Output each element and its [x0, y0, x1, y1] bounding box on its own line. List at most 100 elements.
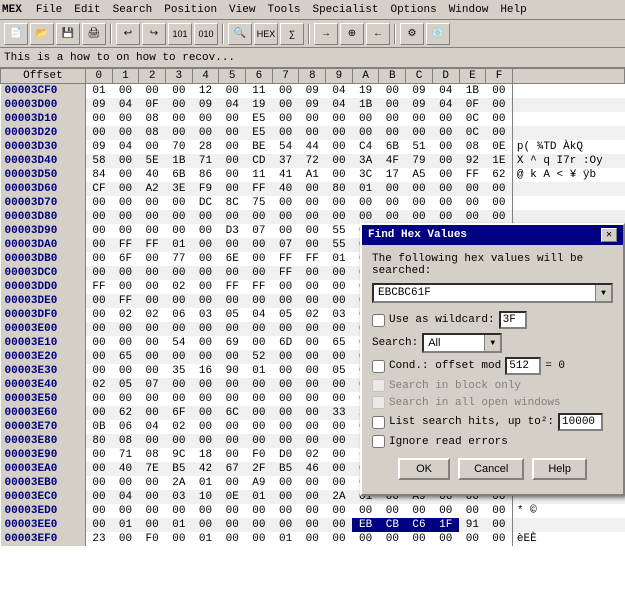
cell-hex[interactable]: 00: [299, 280, 326, 294]
cell-hex[interactable]: 00: [272, 420, 299, 434]
cell-hex[interactable]: 01: [192, 532, 219, 546]
cell-offset[interactable]: 00003DA0: [1, 238, 86, 252]
cell-hex[interactable]: 00: [352, 504, 379, 518]
cell-hex[interactable]: 00: [379, 112, 406, 126]
cell-hex[interactable]: 00: [112, 532, 139, 546]
cell-hex[interactable]: 00: [165, 434, 192, 448]
cell-hex[interactable]: 62: [112, 406, 139, 420]
wildcard-value-input[interactable]: [499, 311, 527, 329]
cell-hex[interactable]: 00: [379, 126, 406, 140]
menu-search[interactable]: Search: [107, 3, 159, 17]
cell-hex[interactable]: 00: [272, 294, 299, 308]
cell-hex[interactable]: 00: [85, 210, 112, 224]
cell-hex[interactable]: 00: [299, 196, 326, 210]
cell-hex[interactable]: 00: [219, 168, 246, 182]
block-checkbox[interactable]: [372, 379, 385, 392]
cell-hex[interactable]: 00: [246, 518, 273, 532]
cell-hex[interactable]: 00: [459, 210, 486, 224]
cell-hex[interactable]: 00: [352, 196, 379, 210]
cell-hex[interactable]: 00: [139, 252, 166, 266]
cell-hex[interactable]: 00: [219, 182, 246, 196]
cell-hex[interactable]: 04: [326, 98, 353, 112]
cell-hex[interactable]: 00: [139, 196, 166, 210]
cell-hex[interactable]: 1F: [432, 518, 459, 532]
cell-hex[interactable]: 00: [139, 364, 166, 378]
cell-hex[interactable]: C4: [352, 140, 379, 154]
cell-offset[interactable]: 00003E60: [1, 406, 86, 420]
cell-hex[interactable]: 00: [326, 112, 353, 126]
search-value-dropdown-arrow[interactable]: ▼: [595, 285, 611, 301]
cell-hex[interactable]: 71: [192, 154, 219, 168]
cell-hex[interactable]: 00: [432, 168, 459, 182]
cell-hex[interactable]: 02: [85, 378, 112, 392]
dialog-close-button[interactable]: ✕: [601, 228, 617, 242]
cell-hex[interactable]: 00: [112, 322, 139, 336]
cell-hex[interactable]: 00: [219, 126, 246, 140]
cell-hex[interactable]: 6E: [219, 252, 246, 266]
cell-hex[interactable]: 00: [406, 182, 433, 196]
cell-hex[interactable]: 08: [112, 434, 139, 448]
cell-hex[interactable]: 00: [219, 140, 246, 154]
cell-offset[interactable]: 00003DC0: [1, 266, 86, 280]
cell-hex[interactable]: 00: [219, 350, 246, 364]
cell-hex[interactable]: 00: [299, 126, 326, 140]
cell-hex[interactable]: 09: [85, 140, 112, 154]
cell-hex[interactable]: 00: [139, 350, 166, 364]
cell-hex[interactable]: 07: [272, 238, 299, 252]
cell-hex[interactable]: 00: [299, 420, 326, 434]
cell-hex[interactable]: 00: [192, 266, 219, 280]
cell-hex[interactable]: 00: [432, 182, 459, 196]
cell-hex[interactable]: 00: [272, 518, 299, 532]
cell-hex[interactable]: 19: [352, 84, 379, 99]
cell-hex[interactable]: 00: [326, 266, 353, 280]
cell-hex[interactable]: 00: [192, 210, 219, 224]
open-button[interactable]: 📂: [30, 23, 54, 45]
cell-hex[interactable]: 00: [326, 196, 353, 210]
cell-hex[interactable]: 01: [112, 518, 139, 532]
cell-hex[interactable]: 09: [406, 98, 433, 112]
cell-hex[interactable]: 00: [272, 112, 299, 126]
cell-hex[interactable]: 04: [219, 98, 246, 112]
cell-offset[interactable]: 00003EF0: [1, 532, 86, 546]
cell-hex[interactable]: 00: [299, 350, 326, 364]
cell-hex[interactable]: 00: [85, 392, 112, 406]
hex-button[interactable]: HEX: [254, 23, 278, 45]
cell-hex[interactable]: 00: [326, 504, 353, 518]
cell-hex[interactable]: 00: [165, 196, 192, 210]
arrow-left-button[interactable]: ←: [366, 23, 390, 45]
cell-hex[interactable]: 00: [139, 336, 166, 350]
cell-offset[interactable]: 00003D60: [1, 182, 86, 196]
cell-offset[interactable]: 00003DE0: [1, 294, 86, 308]
cell-offset[interactable]: 00003E40: [1, 378, 86, 392]
cell-hex[interactable]: 00: [326, 350, 353, 364]
cell-hex[interactable]: 00: [192, 280, 219, 294]
cell-hex[interactable]: 00: [432, 154, 459, 168]
cell-offset[interactable]: 00003EB0: [1, 476, 86, 490]
cell-hex[interactable]: 00: [219, 434, 246, 448]
cell-hex[interactable]: 00: [85, 238, 112, 252]
cell-offset[interactable]: 00003E30: [1, 364, 86, 378]
cell-hex[interactable]: 55: [326, 224, 353, 238]
cell-offset[interactable]: 00003D40: [1, 154, 86, 168]
cell-hex[interactable]: 00: [326, 532, 353, 546]
cell-hex[interactable]: 00: [85, 406, 112, 420]
cell-hex[interactable]: 00: [165, 210, 192, 224]
cell-hex[interactable]: F0: [246, 448, 273, 462]
cell-hex[interactable]: 09: [406, 84, 433, 99]
cell-hex[interactable]: 01: [246, 490, 273, 504]
cell-hex[interactable]: 00: [85, 504, 112, 518]
cell-hex[interactable]: 00: [272, 378, 299, 392]
cell-hex[interactable]: 00: [112, 224, 139, 238]
undo-button[interactable]: ↩: [116, 23, 140, 45]
cell-hex[interactable]: 11: [246, 84, 273, 99]
cell-hex[interactable]: 00: [112, 476, 139, 490]
cell-hex[interactable]: 04: [112, 490, 139, 504]
cell-hex[interactable]: 46: [299, 462, 326, 476]
cell-hex[interactable]: 00: [299, 490, 326, 504]
cell-hex[interactable]: 00: [379, 182, 406, 196]
cell-hex[interactable]: 00: [192, 238, 219, 252]
cell-hex[interactable]: 90: [219, 364, 246, 378]
cell-hex[interactable]: 00: [139, 84, 166, 99]
cell-hex[interactable]: 01: [85, 84, 112, 99]
paste-button[interactable]: 010: [194, 23, 218, 45]
